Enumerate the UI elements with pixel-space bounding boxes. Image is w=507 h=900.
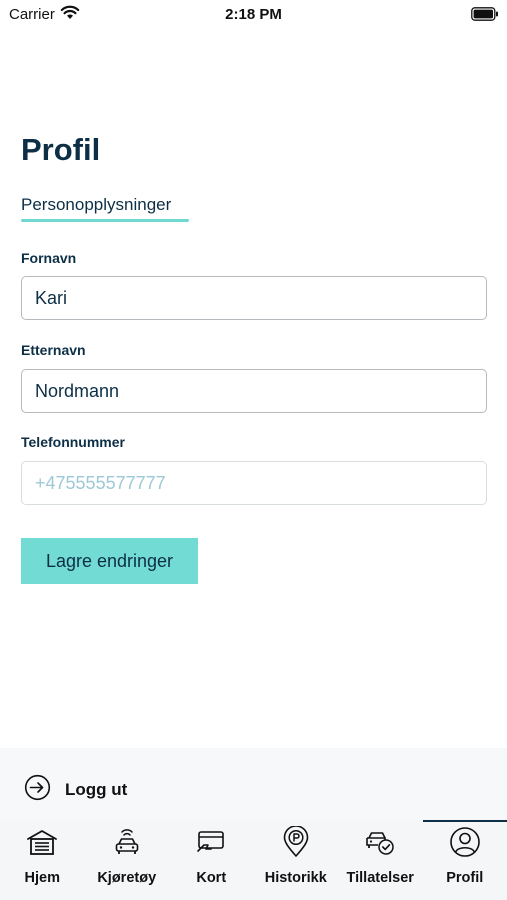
parking-pin-icon (282, 826, 310, 858)
tab-history[interactable]: Historikk (254, 820, 339, 900)
tab-home[interactable]: Hjem (0, 820, 85, 900)
last-name-label: Etternavn (21, 342, 86, 358)
logout-arrow-icon (24, 774, 51, 806)
tab-cards[interactable]: Kort (169, 820, 254, 900)
garage-icon (26, 826, 58, 858)
tab-vehicles-label: Kjøretøy (97, 870, 157, 886)
tab-permits[interactable]: Tillatelser (338, 820, 423, 900)
tab-personal-info-label: Personopplysninger (21, 195, 172, 214)
status-time: 2:18 PM (225, 6, 282, 23)
last-name-field[interactable] (21, 369, 487, 413)
status-bar: Carrier 2:18 PM (0, 0, 507, 28)
tab-home-label: Hjem (24, 870, 60, 886)
user-icon (449, 826, 481, 858)
save-changes-button[interactable]: Lagre endringer (21, 538, 198, 584)
phone-field[interactable] (21, 461, 487, 505)
bottom-tab-bar: Hjem Kjøretøy Kort Historikk Tillatelser… (0, 820, 507, 900)
tab-profile-label: Profil (446, 870, 484, 886)
active-tab-indicator (21, 219, 189, 222)
first-name-label: Fornavn (21, 250, 77, 266)
logout-button[interactable]: Logg ut (24, 774, 127, 806)
car-check-icon (364, 826, 396, 858)
page-title: Profil (21, 132, 101, 167)
first-name-field[interactable] (21, 276, 487, 320)
card-icon (195, 826, 227, 858)
tab-vehicles[interactable]: Kjøretøy (85, 820, 170, 900)
tab-permits-label: Tillatelser (346, 870, 414, 886)
battery-icon (471, 7, 499, 26)
car-icon (112, 826, 142, 858)
tab-profile[interactable]: Profil (422, 820, 507, 900)
logout-label: Logg ut (65, 780, 128, 799)
logout-section: Logg ut (0, 748, 507, 820)
tab-cards-label: Kort (196, 870, 227, 886)
tab-history-label: Historikk (264, 870, 327, 886)
phone-label: Telefonnummer (21, 434, 125, 450)
tab-personal-info[interactable]: Personopplysninger (21, 195, 189, 222)
